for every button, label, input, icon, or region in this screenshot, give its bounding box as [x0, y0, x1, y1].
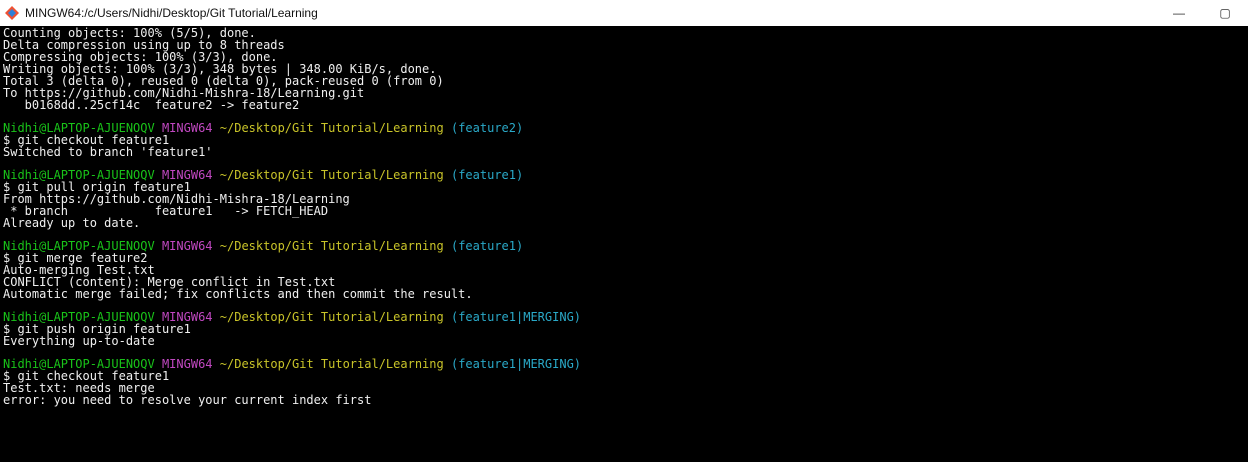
prompt-line: Nidhi@LAPTOP-AJUENOQV MINGW64 ~/Desktop/… — [3, 240, 1248, 252]
window-controls: — ▢ — [1156, 0, 1248, 26]
prompt-branch: (feature1) — [450, 168, 524, 182]
output-line: b0168dd..25cf14c feature2 -> feature2 — [3, 98, 300, 112]
window-title: MINGW64:/c/Users/Nidhi/Desktop/Git Tutor… — [25, 6, 318, 20]
prompt-line: Nidhi@LAPTOP-AJUENOQV MINGW64 ~/Desktop/… — [3, 122, 1248, 134]
command-line: $ git merge feature2 — [3, 251, 148, 265]
prompt-shell: MINGW64 — [161, 239, 213, 253]
output-line: * branch feature1 -> FETCH_HEAD — [3, 204, 329, 218]
prompt-path: ~/Desktop/Git Tutorial/Learning — [219, 357, 444, 371]
output-line: Automatic merge failed; fix conflicts an… — [3, 287, 473, 301]
prompt-branch: (feature1|MERGING) — [450, 310, 582, 324]
terminal-output[interactable]: Counting objects: 100% (5/5), done. Delta… — [0, 26, 1248, 462]
minimize-button[interactable]: — — [1156, 0, 1202, 26]
output-line: error: you need to resolve your current … — [3, 393, 372, 407]
prompt-path: ~/Desktop/Git Tutorial/Learning — [219, 310, 444, 324]
prompt-branch: (feature1|MERGING) — [450, 357, 582, 371]
output-line: Already up to date. — [3, 216, 141, 230]
prompt-path: ~/Desktop/Git Tutorial/Learning — [219, 239, 444, 253]
maximize-button[interactable]: ▢ — [1202, 0, 1248, 26]
window-titlebar[interactable]: MINGW64:/c/Users/Nidhi/Desktop/Git Tutor… — [0, 0, 1248, 26]
command-line: $ git checkout feature1 — [3, 369, 170, 383]
output-line: Everything up-to-date — [3, 334, 155, 348]
prompt-branch: (feature2) — [450, 121, 524, 135]
git-bash-icon — [4, 5, 20, 21]
prompt-path: ~/Desktop/Git Tutorial/Learning — [219, 168, 444, 182]
output-line: Switched to branch 'feature1' — [3, 145, 213, 159]
prompt-path: ~/Desktop/Git Tutorial/Learning — [219, 121, 444, 135]
prompt-shell: MINGW64 — [161, 121, 213, 135]
prompt-shell: MINGW64 — [161, 357, 213, 371]
command-line: $ git push origin feature1 — [3, 322, 191, 336]
prompt-branch: (feature1) — [450, 239, 524, 253]
prompt-line: Nidhi@LAPTOP-AJUENOQV MINGW64 ~/Desktop/… — [3, 358, 1248, 370]
